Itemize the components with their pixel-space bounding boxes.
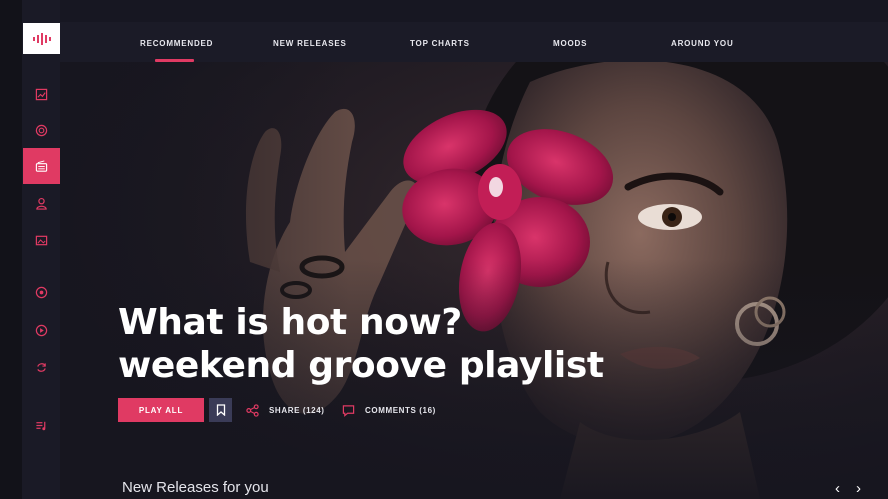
share-button[interactable]: SHARE (124): [246, 402, 325, 418]
sidebar-item-playlists[interactable]: [23, 407, 60, 443]
target-icon: [35, 286, 48, 298]
comments-count: COMMENTS (16): [365, 405, 436, 415]
app-logo[interactable]: [23, 23, 60, 54]
tab-moods[interactable]: MOODS: [553, 39, 587, 48]
sidebar-item-sync[interactable]: [23, 349, 60, 385]
hero-title: What is hot now? weekend groove playlist: [118, 301, 678, 387]
next-page-button[interactable]: ›: [856, 480, 861, 497]
sidebar-item-gallery[interactable]: [23, 222, 60, 258]
radio-icon: [35, 159, 48, 172]
record-icon: [35, 324, 48, 336]
sidebar-item-podcasts[interactable]: [23, 112, 60, 148]
tab-new-releases[interactable]: NEW RELEASES: [273, 39, 347, 48]
sidebar-item-discover[interactable]: [23, 274, 60, 310]
gallery-icon: [35, 235, 48, 245]
share-icon: [246, 403, 259, 417]
sync-icon: [37, 362, 46, 372]
hero-artwork: [60, 62, 888, 499]
hero-banner: [60, 62, 888, 499]
image-icon: [35, 88, 48, 100]
bookmark-icon: [216, 404, 225, 416]
active-tab-indicator: [155, 59, 194, 62]
sidebar-edge: [0, 0, 22, 499]
hero-title-line-2: weekend groove playlist: [118, 345, 604, 386]
tab-recommended[interactable]: RECOMMENDED: [140, 39, 213, 48]
share-count: SHARE (124): [269, 405, 325, 415]
section-title: New Releases for you: [122, 479, 269, 496]
sidebar-item-radio[interactable]: [23, 148, 60, 184]
music-app: RECOMMENDED NEW RELEASES TOP CHARTS MOOD…: [0, 0, 888, 499]
sidebar: [0, 0, 60, 499]
tab-top-charts[interactable]: TOP CHARTS: [410, 39, 470, 48]
user-icon: [36, 197, 47, 210]
hero-title-line-1: What is hot now?: [118, 302, 462, 343]
sidebar-item-profile[interactable]: [23, 185, 60, 221]
comment-icon: [342, 404, 355, 417]
bookmark-button[interactable]: [209, 398, 232, 422]
top-navigation: RECOMMENDED NEW RELEASES TOP CHARTS MOOD…: [60, 22, 888, 62]
waveform-logo-icon: [32, 32, 51, 45]
prev-page-button[interactable]: ‹: [835, 480, 840, 497]
comments-button[interactable]: COMMENTS (16): [342, 402, 436, 418]
play-all-button[interactable]: PLAY ALL: [118, 398, 204, 422]
tab-around-you[interactable]: AROUND YOU: [671, 39, 734, 48]
main-content: RECOMMENDED NEW RELEASES TOP CHARTS MOOD…: [60, 0, 888, 499]
sidebar-item-images[interactable]: [23, 76, 60, 112]
playlist-icon: [36, 421, 46, 430]
podcast-icon: [35, 124, 48, 136]
sidebar-item-record[interactable]: [23, 312, 60, 348]
